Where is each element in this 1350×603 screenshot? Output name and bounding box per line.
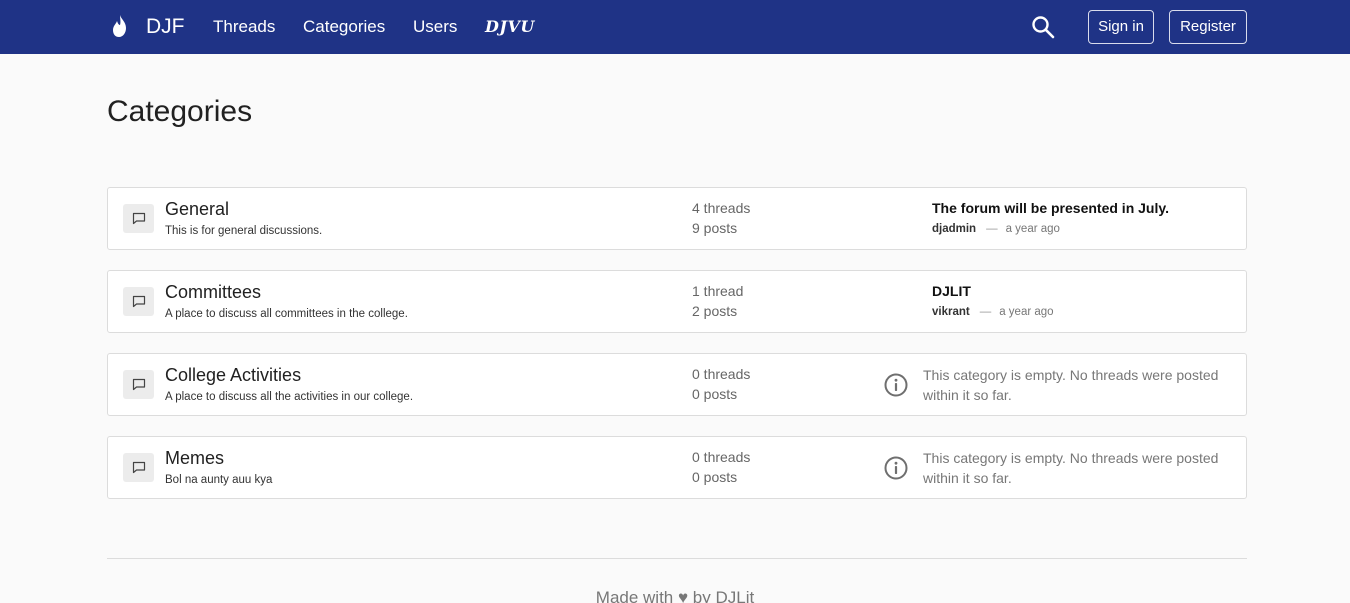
- thread-count: 0 threads: [692, 366, 751, 382]
- category-name[interactable]: Committees: [165, 281, 261, 303]
- last-thread-meta: djadmin — a year ago: [932, 222, 1060, 236]
- nav-link-threads[interactable]: Threads: [213, 17, 275, 37]
- nav-link-categories[interactable]: Categories: [303, 17, 385, 37]
- meta-separator: —: [979, 306, 992, 318]
- category-name[interactable]: Memes: [165, 447, 224, 469]
- page-title: Categories: [107, 95, 253, 128]
- footer-text: Made with ♥ by DJLit: [595, 588, 755, 603]
- category-description: This is for general discussions.: [165, 225, 323, 237]
- last-thread-meta: vikrant — a year ago: [932, 305, 1054, 319]
- empty-category-message: This category is empty. No threads were …: [923, 450, 1219, 486]
- thread-count: 4 threads: [692, 200, 751, 216]
- last-thread-time: a year ago: [999, 306, 1054, 318]
- category-name[interactable]: College Activities: [165, 364, 301, 386]
- info-icon: [883, 455, 909, 481]
- chat-bubble-icon: [123, 204, 154, 233]
- chat-bubble-icon: [123, 287, 154, 316]
- meta-separator: —: [986, 223, 998, 235]
- last-thread-title[interactable]: DJLIT: [932, 283, 971, 300]
- category-card-general[interactable]: General This is for general discussions.…: [107, 187, 1247, 250]
- navbar: DJF Threads Categories Users DJVU Sign i…: [0, 0, 1350, 54]
- category-card-memes[interactable]: Memes Bol na aunty auu kya 0 threads 0 p…: [107, 436, 1247, 499]
- thread-count: 0 threads: [692, 449, 751, 465]
- flame-logo-icon[interactable]: [110, 13, 130, 39]
- post-count: 9 posts: [692, 220, 738, 236]
- category-card-college-activities[interactable]: College Activities A place to discuss al…: [107, 353, 1247, 416]
- last-thread-author[interactable]: djadmin: [932, 223, 976, 235]
- empty-category-message: This category is empty. No threads were …: [923, 367, 1219, 403]
- thread-count: 1 thread: [692, 283, 744, 299]
- last-thread-title[interactable]: The forum will be presented in July.: [932, 200, 1169, 217]
- last-thread-time: a year ago: [1005, 223, 1060, 235]
- last-thread-author[interactable]: vikrant: [932, 306, 970, 318]
- category-description: Bol na aunty auu kya: [165, 474, 273, 486]
- chat-bubble-icon: [123, 370, 154, 399]
- post-count: 2 posts: [692, 303, 738, 319]
- footer-divider: [107, 558, 1247, 559]
- nav-link-users[interactable]: Users: [413, 17, 457, 37]
- category-description: A place to discuss all the activities in…: [165, 391, 414, 403]
- nav-link-djvu[interactable]: DJVU: [485, 17, 535, 37]
- sign-in-button[interactable]: Sign in: [1088, 10, 1154, 44]
- register-button[interactable]: Register: [1169, 10, 1247, 44]
- chat-bubble-icon: [123, 453, 154, 482]
- search-icon[interactable]: [1031, 15, 1055, 39]
- category-name[interactable]: General: [165, 198, 229, 220]
- brand-link[interactable]: DJF: [146, 15, 185, 39]
- info-icon: [883, 372, 909, 398]
- category-description: A place to discuss all committees in the…: [165, 308, 408, 320]
- category-card-committees[interactable]: Committees A place to discuss all commit…: [107, 270, 1247, 333]
- post-count: 0 posts: [692, 469, 738, 485]
- post-count: 0 posts: [692, 386, 738, 402]
